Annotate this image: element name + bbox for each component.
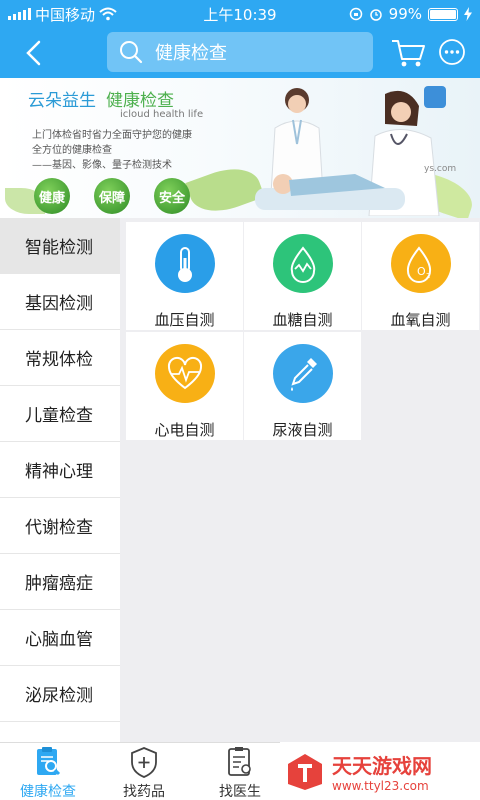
thermometer-icon bbox=[177, 246, 192, 282]
battery-percent: 99% bbox=[388, 5, 422, 23]
cart-button[interactable] bbox=[390, 37, 426, 69]
watermark-url: www.ttyl23.com bbox=[332, 778, 429, 793]
heart-pulse-icon bbox=[167, 356, 202, 389]
clipboard-search-icon bbox=[37, 747, 61, 776]
back-button[interactable] bbox=[18, 36, 52, 70]
tab-find-medicine[interactable]: 找药品 bbox=[96, 743, 192, 800]
banner-website: ys.com bbox=[424, 164, 457, 174]
grid-item-ecg[interactable]: 心电自测 bbox=[126, 332, 243, 440]
item-icon-circle bbox=[154, 234, 215, 293]
sidebar-item-mental-health[interactable]: 精神心理 bbox=[0, 442, 120, 498]
banner-subtitle: icloud health life bbox=[120, 109, 204, 120]
sidebar-item-gene-test[interactable]: 基因检测 bbox=[0, 274, 120, 330]
alarm-icon bbox=[369, 9, 382, 21]
banner-line: ——基因、影像、量子检测技术 bbox=[32, 160, 172, 171]
status-time: 上午10:39 bbox=[203, 5, 277, 24]
item-icon-circle bbox=[154, 344, 215, 403]
sidebar-item-child-exam[interactable]: 儿童检查 bbox=[0, 386, 120, 442]
grid-item-blood-sugar[interactable]: 血糖自测 bbox=[244, 222, 361, 330]
category-sidebar: 智能检测 基因检测 常规体检 儿童检查 精神心理 代谢检查 肿瘤癌症 心脑血管 … bbox=[0, 218, 120, 742]
item-icon-circle bbox=[272, 344, 333, 403]
orientation-lock-icon bbox=[349, 7, 362, 21]
grid-item-label: 尿液自测 bbox=[272, 421, 333, 439]
shield-plus-icon bbox=[131, 747, 157, 778]
promo-banner[interactable]: 云朵益生 健康检查 icloud health life 上门体检省时省力全面守护… bbox=[0, 78, 480, 218]
search-placeholder: 健康检查 bbox=[155, 43, 227, 64]
grid-item-label: 血氧自测 bbox=[390, 311, 451, 329]
tab-health-check[interactable]: 健康检查 bbox=[0, 743, 96, 800]
search-icon bbox=[120, 41, 143, 64]
search-input[interactable]: 健康检查 bbox=[107, 32, 373, 72]
dropper-icon bbox=[290, 357, 317, 391]
tab-label: 找药品 bbox=[123, 784, 165, 800]
grid-item-blood-oxygen[interactable]: O2 血氧自测 bbox=[362, 222, 479, 330]
charging-icon bbox=[464, 7, 472, 21]
drop-wave-icon bbox=[290, 245, 315, 283]
sidebar-item-urology[interactable]: 泌尿检测 bbox=[0, 666, 120, 722]
wifi-icon bbox=[99, 7, 117, 21]
watermark-title: 天天游戏网 bbox=[332, 753, 432, 778]
banner-brand: 云朵益生 健康检查 bbox=[28, 91, 174, 111]
more-button[interactable] bbox=[438, 38, 466, 66]
watermark-logo-icon bbox=[288, 754, 322, 790]
status-bar: 中国移动 上午10:39 99% bbox=[0, 0, 480, 28]
battery-icon bbox=[428, 7, 458, 21]
banner-badges: 健康 保障 安全 bbox=[34, 178, 190, 214]
grid-item-blood-pressure[interactable]: 血压自测 bbox=[126, 222, 243, 330]
grid-item-label: 血糖自测 bbox=[272, 311, 333, 329]
sidebar-item-cardio[interactable]: 心脑血管 bbox=[0, 610, 120, 666]
svg-text:2: 2 bbox=[426, 272, 430, 280]
top-header: 健康检查 bbox=[0, 28, 480, 78]
doctor-list-icon bbox=[228, 747, 251, 776]
tab-find-doctor[interactable]: 找医生 bbox=[192, 743, 288, 800]
more-icon bbox=[439, 39, 465, 65]
banner-line: 全方位的健康检查 bbox=[32, 145, 112, 156]
grid-item-label: 心电自测 bbox=[154, 421, 215, 439]
sidebar-item-partial[interactable] bbox=[0, 722, 120, 742]
sidebar-item-routine-exam[interactable]: 常规体检 bbox=[0, 330, 120, 386]
tab-label: 健康检查 bbox=[20, 784, 76, 800]
grid-item-label: 血压自测 bbox=[154, 311, 215, 329]
item-icon-circle bbox=[272, 234, 333, 293]
brand-logo-icon bbox=[424, 86, 446, 108]
carrier-name: 中国移动 bbox=[35, 5, 96, 24]
o2-drop-icon: O2 bbox=[406, 245, 431, 283]
grid-item-urine[interactable]: 尿液自测 bbox=[244, 332, 361, 440]
item-icon-circle: O2 bbox=[390, 234, 451, 293]
cart-icon bbox=[392, 40, 425, 67]
sidebar-item-oncology[interactable]: 肿瘤癌症 bbox=[0, 554, 120, 610]
signal-icon bbox=[8, 8, 31, 20]
back-chevron-icon bbox=[26, 40, 41, 66]
banner-badge: 健康 bbox=[34, 178, 70, 214]
site-watermark: 天天游戏网 www.ttyl23.com bbox=[280, 742, 480, 800]
sidebar-item-metabolism[interactable]: 代谢检查 bbox=[0, 498, 120, 554]
banner-badge: 保障 bbox=[94, 178, 130, 214]
sidebar-item-smart-detection[interactable]: 智能检测 bbox=[0, 218, 120, 274]
tab-label: 找医生 bbox=[219, 784, 261, 800]
svg-text:O: O bbox=[417, 265, 426, 278]
banner-badge: 安全 bbox=[154, 178, 190, 214]
doctors-illustration bbox=[255, 88, 440, 216]
banner-line: 上门体检省时省力全面守护您的健康 bbox=[32, 130, 192, 141]
